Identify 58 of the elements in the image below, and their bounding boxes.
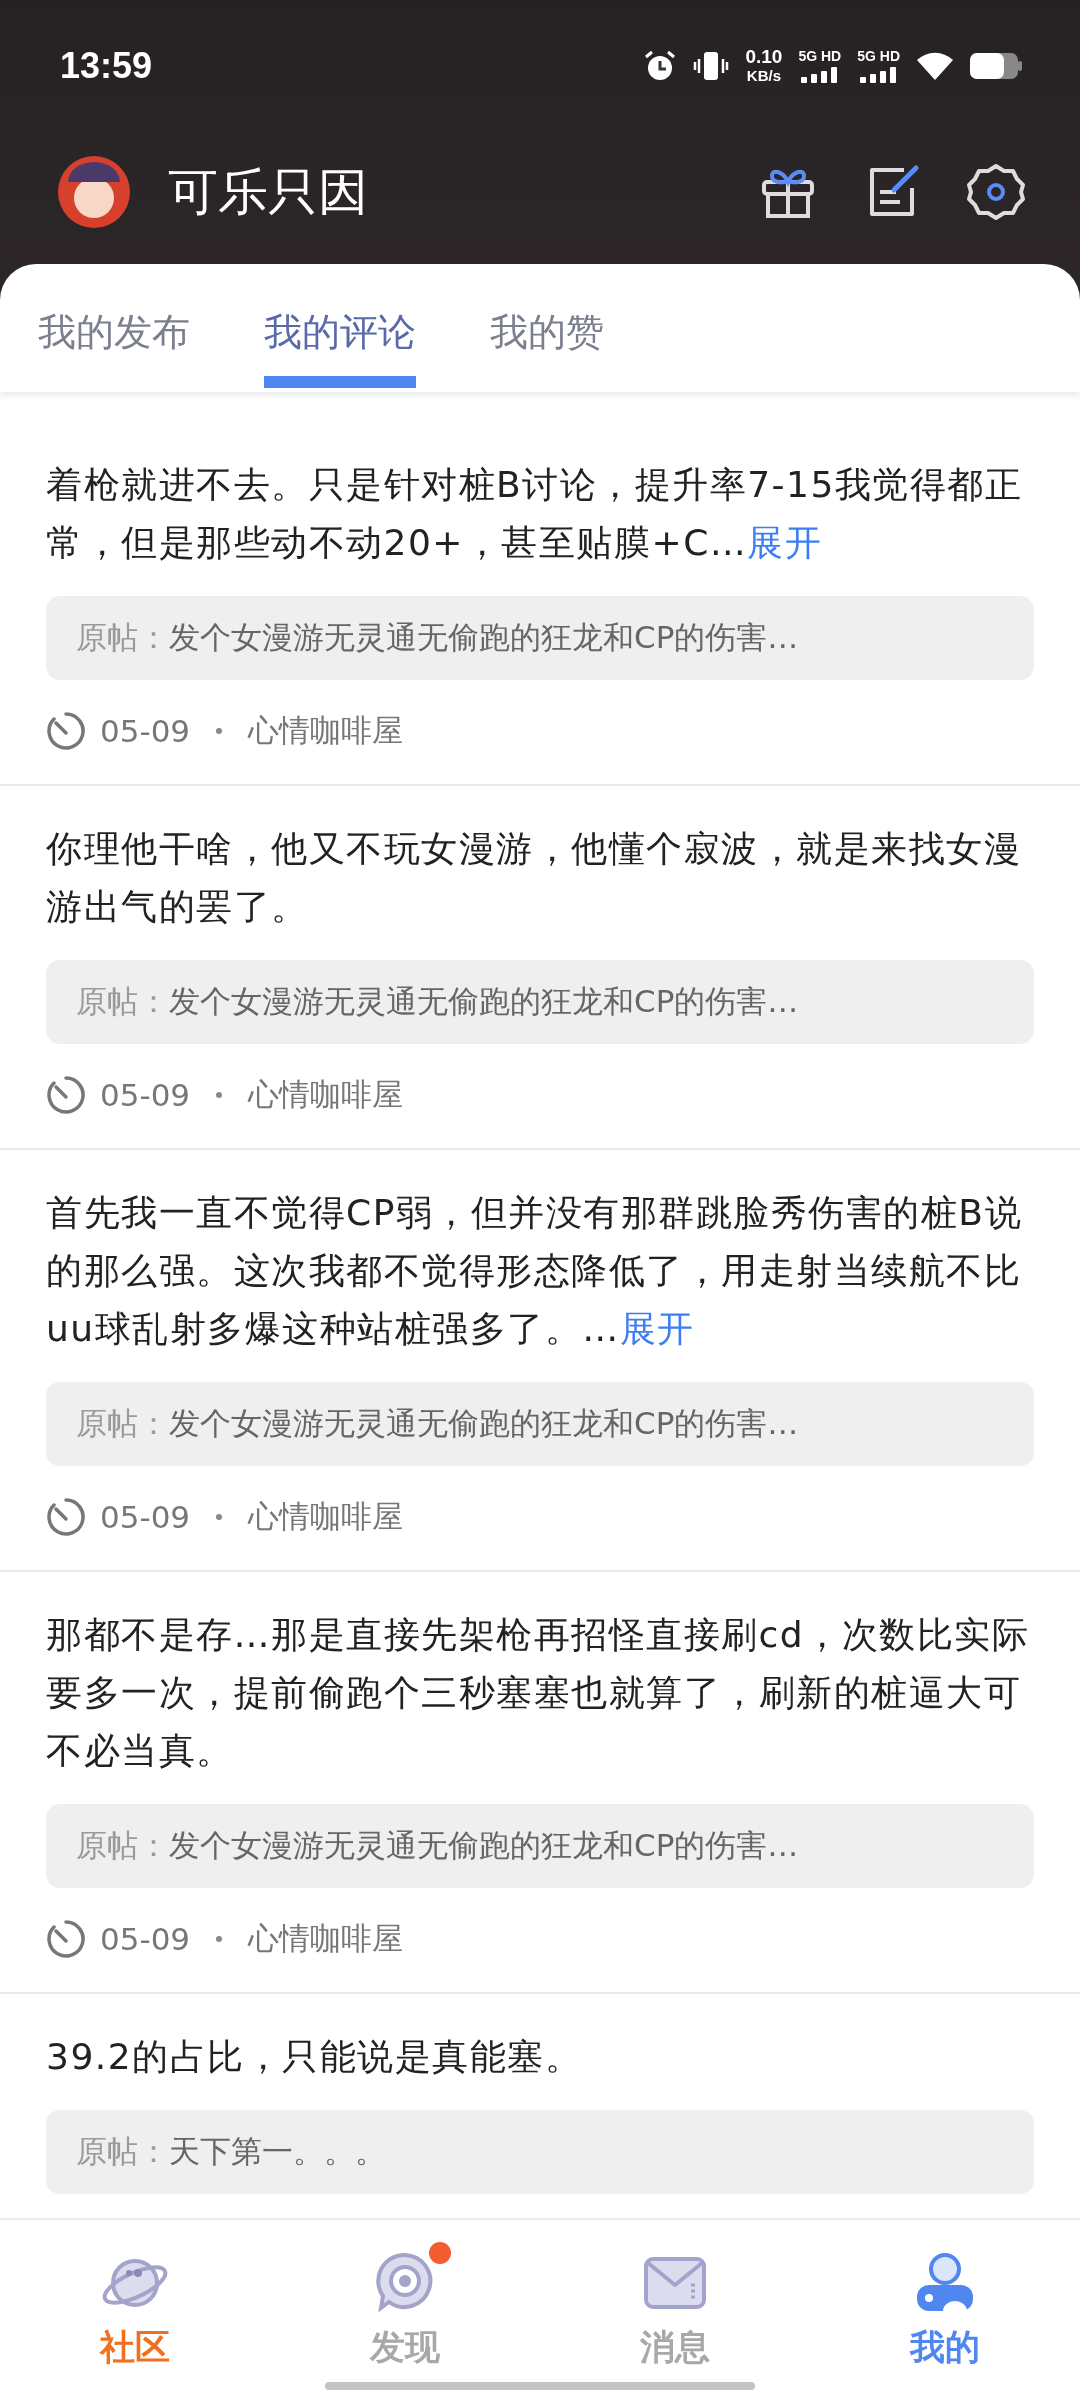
comment-date: 05-09 [100, 713, 191, 749]
board-name: 心情咖啡屋 [248, 1919, 404, 1958]
comment-text: 首先我一直不觉得CP弱，但并没有那群跳脸秀伤害的桩B说的那么强。这次我都不觉得形态降低了，用走射当续航不比uu球乱射多爆这种站桩强多了。…展开 [46, 1191, 1024, 1351]
expand-link[interactable]: 展开 [747, 522, 823, 563]
quote-box[interactable]: 原帖：天下第一。。。 [46, 2110, 1034, 2194]
expand-link[interactable]: 展开 [619, 1308, 695, 1349]
tab[interactable]: 我的评论 [264, 268, 416, 388]
profile-name: 可乐只因 [168, 161, 369, 223]
mail-icon [643, 2255, 707, 2311]
wifi-icon [916, 51, 954, 81]
clock-icon [46, 1919, 86, 1959]
clock-icon [46, 1075, 86, 1115]
network-label: 5G HD [798, 49, 842, 63]
comment-date: 05-09 [100, 1077, 191, 1113]
nav-label: 我的 [910, 2326, 980, 2369]
avatar[interactable] [58, 156, 130, 228]
nav-label: 社区 [100, 2326, 170, 2369]
quote-label: 原帖： [76, 618, 169, 657]
quote-label: 原帖： [76, 1404, 169, 1443]
quote-label: 原帖： [76, 2132, 169, 2171]
comment-text: 你理他干啥，他又不玩女漫游，他懂个寂波，就是来找女漫游出气的罢了。 [46, 827, 1022, 929]
board-name: 心情咖啡屋 [248, 1075, 404, 1114]
quote-label: 原帖： [76, 982, 169, 1021]
board-name: 心情咖啡屋 [248, 711, 404, 750]
quote-title: 发个女漫游无灵通无偷跑的狂龙和CP的伤害… [169, 1826, 799, 1865]
nav-label: 发现 [370, 2326, 440, 2369]
nav-item[interactable]: 我的 [810, 2240, 1080, 2371]
tab[interactable]: 我的赞 [490, 268, 604, 388]
quote-box[interactable]: 原帖：发个女漫游无灵通无偷跑的狂龙和CP的伤害… [46, 960, 1034, 1044]
quote-box[interactable]: 原帖：发个女漫游无灵通无偷跑的狂龙和CP的伤害… [46, 1804, 1034, 1888]
comment-text: 39.2的占比，只能说是真能塞。 [46, 2035, 584, 2079]
quote-label: 原帖： [76, 1826, 169, 1865]
vibrate-icon [693, 49, 730, 83]
clock-icon [46, 711, 86, 751]
alarm-icon [643, 49, 678, 83]
status-time: 13:59 [60, 45, 153, 87]
quote-box[interactable]: 原帖：发个女漫游无灵通无偷跑的狂龙和CP的伤害… [46, 1382, 1034, 1466]
quote-title: 发个女漫游无灵通无偷跑的狂龙和CP的伤害… [169, 1404, 799, 1443]
quote-title: 发个女漫游无灵通无偷跑的狂龙和CP的伤害… [169, 618, 799, 657]
signal-icon [858, 67, 899, 83]
board-name: 心情咖啡屋 [248, 1497, 404, 1536]
tab[interactable]: 我的发布 [38, 268, 190, 388]
nav-item[interactable]: 发现 [270, 2240, 540, 2371]
quote-title: 发个女漫游无灵通无偷跑的狂龙和CP的伤害… [169, 982, 799, 1021]
nav-item[interactable]: 社区 [0, 2240, 270, 2371]
network-label: 5G HD [857, 49, 900, 63]
comment-date: 05-09 [100, 1921, 191, 1957]
signal-icon [799, 67, 840, 83]
nav-item[interactable]: 消息 [540, 2240, 810, 2371]
quote-box[interactable]: 原帖：发个女漫游无灵通无偷跑的狂龙和CP的伤害… [46, 596, 1034, 680]
comment-date: 05-09 [100, 1499, 191, 1535]
comment-text: 那都不是存…那是直接先架枪再招怪直接刷cd，次数比实际要多一次，提前偷跑个三秒塞塞也就算了，刷新的桩逼大可不必当真。 [46, 1613, 1031, 1773]
comment-text: 着枪就进不去。只是针对桩B讨论，提升率7-15我觉得都正常，但是那些动不动20+，甚至贴膜+C…展开 [46, 463, 1024, 565]
clock-icon [46, 1497, 86, 1537]
network-speed: 0.10 KB/s [745, 47, 783, 85]
nav-label: 消息 [640, 2326, 710, 2369]
quote-title: 天下第一。。。 [169, 2132, 386, 2171]
battery-icon [970, 52, 1022, 80]
